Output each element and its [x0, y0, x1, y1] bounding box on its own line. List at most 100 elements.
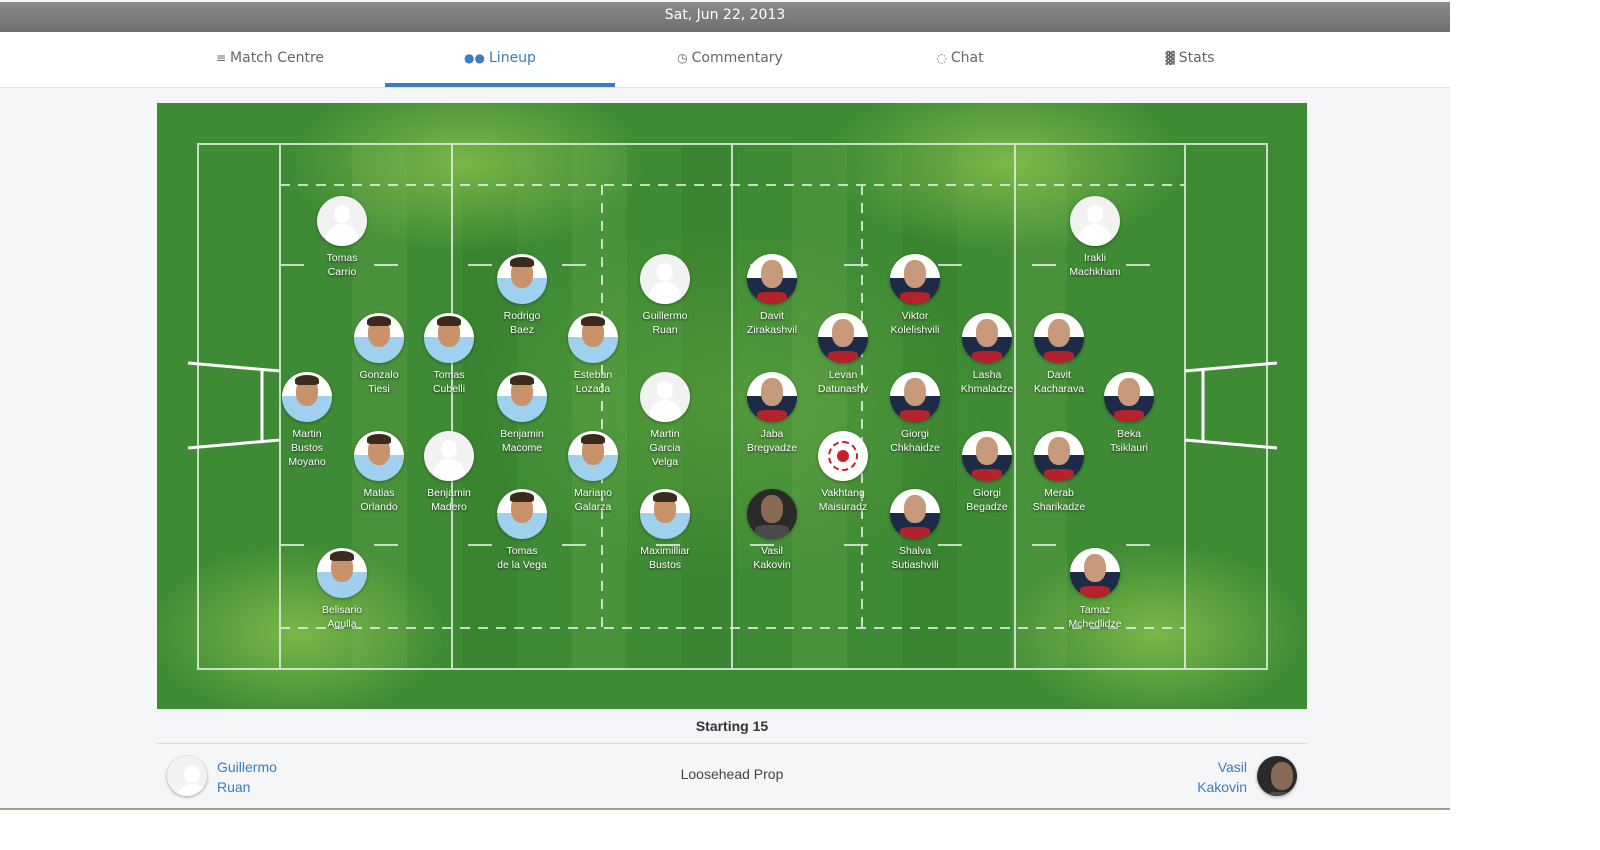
right-player-avatar[interactable] — [1257, 756, 1297, 796]
player-name: Rodrigo Baez — [482, 309, 562, 337]
player-marker[interactable]: Viktor Kolelishvili — [875, 254, 955, 337]
player-marker[interactable]: Beka Tsiklauri — [1089, 372, 1169, 455]
player-marker[interactable]: Giorgi Begadze — [947, 431, 1027, 514]
player-marker[interactable]: Martin Bustos Moyano — [267, 372, 347, 469]
player-marker[interactable]: Merab Sharikadze — [1019, 431, 1099, 514]
player-avatar[interactable] — [818, 431, 868, 481]
match-date-bar: Sat, Jun 22, 2013 — [0, 2, 1450, 32]
player-last-name: Madero — [431, 501, 467, 513]
player-marker[interactable]: Irakli Machkhanı — [1055, 196, 1135, 279]
player-marker[interactable]: Matias Orlando — [339, 431, 419, 514]
player-avatar[interactable] — [282, 372, 332, 422]
player-marker[interactable]: Giorgi Chkhaidze — [875, 372, 955, 455]
player-avatar[interactable] — [1104, 372, 1154, 422]
player-marker[interactable]: Belisario Agulla — [302, 548, 382, 631]
player-marker[interactable]: Benjamin Macome — [482, 372, 562, 455]
player-avatar[interactable] — [1070, 548, 1120, 598]
player-first-name: Levan — [828, 369, 858, 381]
player-avatar[interactable] — [962, 313, 1012, 363]
player-marker[interactable]: Tomas Carrio — [302, 196, 382, 279]
player-last-name: Zirakashvil — [746, 324, 798, 336]
position-comparison-row: Guillermo Ruan Loosehead Prop Vasil Kako… — [157, 744, 1307, 806]
player-marker[interactable]: Levan Datunashv — [803, 313, 883, 396]
player-last-name: Macome — [501, 442, 543, 454]
player-avatar[interactable] — [818, 313, 868, 363]
player-marker[interactable]: Rodrigo Baez — [482, 254, 562, 337]
player-marker[interactable]: Davit Kacharava — [1019, 313, 1099, 396]
player-avatar[interactable] — [1070, 196, 1120, 246]
player-marker[interactable]: Maximilliar Bustos — [625, 489, 705, 572]
page-bottom-edge — [0, 808, 1450, 810]
player-avatar[interactable] — [747, 372, 797, 422]
player-marker[interactable]: Martin Garcia Velga — [625, 372, 705, 469]
tab-match-centre[interactable]: ≡ Match Centre — [155, 32, 385, 87]
player-name: Tomas Cubelli — [409, 368, 489, 396]
tab-bar: ≡ Match Centre ●● Lineup ◷ Commentary ◌ Chat… — [0, 32, 1450, 88]
player-last-name: Mchedlidzе — [1068, 618, 1122, 630]
tab-stats[interactable]: ▓ Stats — [1075, 32, 1305, 87]
player-avatar[interactable] — [890, 254, 940, 304]
player-last-name: Cubelli — [432, 383, 466, 395]
player-name: Martin Bustos Moyano — [267, 427, 347, 469]
player-avatar[interactable] — [640, 372, 690, 422]
player-avatar[interactable] — [317, 196, 367, 246]
player-avatar[interactable] — [354, 313, 404, 363]
player-first-name: Guillermo — [642, 310, 688, 322]
player-last-name: Ruan — [652, 324, 678, 336]
right-player-name[interactable]: Vasil Kakovin — [1197, 757, 1247, 797]
player-avatar[interactable] — [497, 489, 547, 539]
player-marker[interactable]: Mariano Galarza — [553, 431, 633, 514]
player-avatar[interactable] — [568, 313, 618, 363]
player-name: Gonzalo Tiesi — [339, 368, 419, 396]
player-avatar[interactable] — [1034, 431, 1084, 481]
player-marker[interactable]: Gonzalo Tiesi — [339, 313, 419, 396]
player-first-name: Vasil — [761, 545, 783, 557]
player-avatar[interactable] — [568, 431, 618, 481]
player-marker[interactable]: Jaba Bregvadze — [732, 372, 812, 455]
player-marker[interactable]: Lasha Khmaladze — [947, 313, 1027, 396]
player-marker[interactable]: Tamaz Mchedlidzе — [1055, 548, 1135, 631]
player-name: Davit Kacharava — [1019, 368, 1099, 396]
player-avatar[interactable] — [354, 431, 404, 481]
player-marker[interactable]: Guillermo Ruan — [625, 254, 705, 337]
player-extra-name: Moyano — [288, 456, 326, 468]
player-avatar[interactable] — [317, 548, 367, 598]
player-marker[interactable]: Tomas de la Vega — [482, 489, 562, 572]
player-avatar[interactable] — [640, 489, 690, 539]
player-first-name: Merab — [1044, 487, 1074, 499]
player-avatar[interactable] — [890, 489, 940, 539]
player-avatar[interactable] — [890, 372, 940, 422]
player-last-name: Maisuradz — [818, 501, 868, 513]
tab-label: Lineup — [489, 50, 536, 66]
player-first-name: Jaba — [760, 428, 784, 440]
player-first-name: Martin — [292, 428, 322, 440]
player-marker[interactable]: Vakhtang Maisuradz — [803, 431, 883, 514]
player-last-name: Datunashv — [817, 383, 869, 395]
player-avatar[interactable] — [962, 431, 1012, 481]
tab-chat[interactable]: ◌ Chat — [845, 32, 1075, 87]
player-avatar[interactable] — [424, 431, 474, 481]
player-name: Matias Orlando — [339, 486, 419, 514]
player-marker[interactable]: Shalva Sutiashvili — [875, 489, 955, 572]
player-avatar[interactable] — [747, 254, 797, 304]
player-avatar[interactable] — [424, 313, 474, 363]
users-icon: ●● — [464, 51, 485, 65]
player-avatar[interactable] — [640, 254, 690, 304]
player-name: Esteban Lozada — [553, 368, 633, 396]
player-first-name: Tamaz — [1079, 604, 1111, 616]
player-avatar[interactable] — [1034, 313, 1084, 363]
tab-label: Chat — [950, 50, 984, 66]
player-name: Tomas Carrio — [302, 251, 382, 279]
tab-commentary[interactable]: ◷ Commentary — [615, 32, 845, 87]
player-marker[interactable]: Benjamin Madero — [409, 431, 489, 514]
right-player-last: Kakovin — [1197, 779, 1247, 795]
player-avatar[interactable] — [747, 489, 797, 539]
player-marker[interactable]: Esteban Lozada — [553, 313, 633, 396]
player-avatar[interactable] — [497, 372, 547, 422]
player-avatar[interactable] — [497, 254, 547, 304]
player-marker[interactable]: Davit Zirakashvil — [732, 254, 812, 337]
player-marker[interactable]: Tomas Cubelli — [409, 313, 489, 396]
player-last-name: Agulla — [327, 618, 357, 630]
player-marker[interactable]: Vasil Kakovin — [732, 489, 812, 572]
tab-lineup[interactable]: ●● Lineup — [385, 32, 615, 87]
